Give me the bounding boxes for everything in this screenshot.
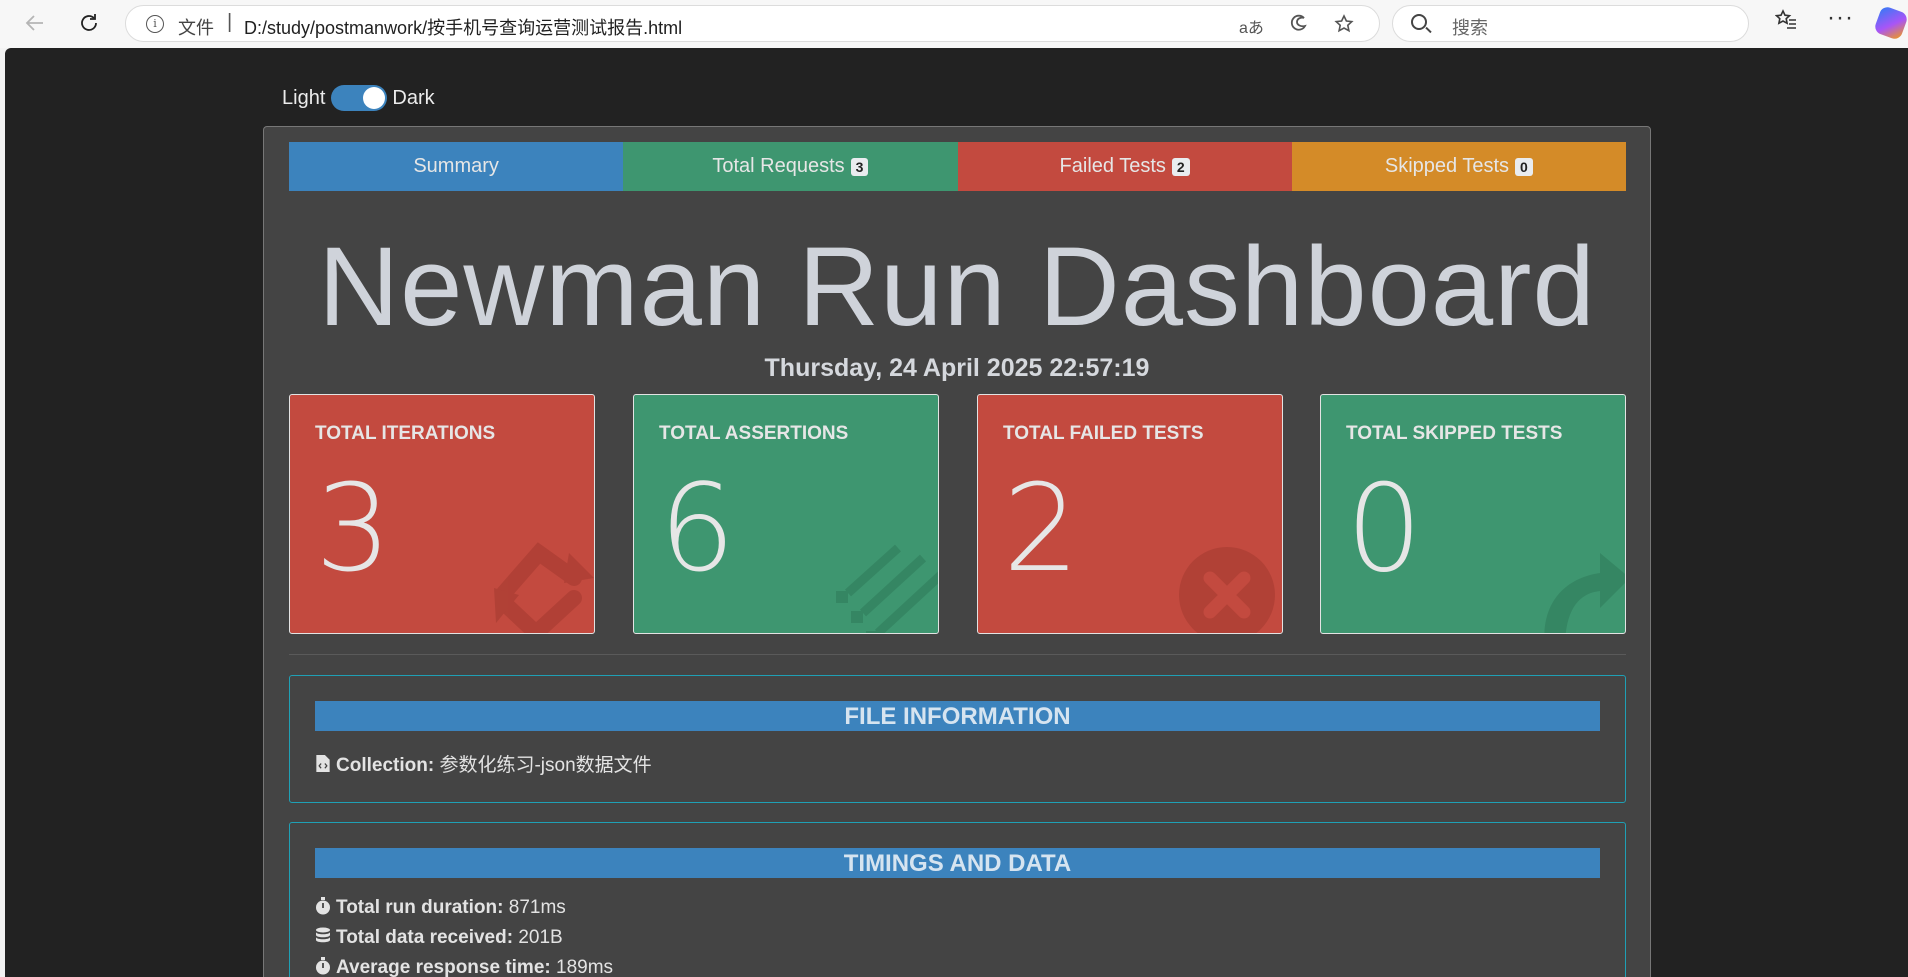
arrow-left-icon [25,15,43,31]
tab-label: Summary [413,155,499,177]
favorite-star-icon[interactable] [1334,14,1354,39]
run-duration-line: Total run duration: 871ms [315,897,566,919]
run-duration-value: 871ms [508,897,566,918]
collection-value: 参数化练习-json数据文件 [439,755,652,776]
theme-switch[interactable] [331,85,388,111]
stopwatch-icon [316,897,330,915]
card-value: 0 [1346,460,1423,599]
switch-knob [363,87,386,109]
stopwatch-icon [316,957,330,975]
info-icon[interactable]: i [146,15,164,33]
dark-label: Dark [392,86,435,109]
search-placeholder: 搜索 [1452,18,1488,38]
count-badge: 0 [1515,157,1533,176]
average-response-value: 189ms [556,957,614,977]
card-label: TOTAL SKIPPED TESTS [1346,423,1563,444]
stats-cards: TOTAL ITERATIONS 3 TOTAL ASSERTIONS 6 TO… [289,394,1626,634]
share-icon [1544,553,1625,633]
address-bar[interactable]: i 文件 | D:/study/postmanwork/按手机号查询运营测试报告… [125,5,1380,42]
run-date: Thursday, 24 April 2025 22:57:19 [764,354,1150,382]
copilot-icon[interactable] [1873,5,1908,41]
reload-icon [81,14,97,31]
tab-total-requests[interactable]: Total Requests 3 [623,142,958,191]
tab-failed-tests[interactable]: Failed Tests 2 [957,142,1292,191]
card-value: 3 [315,460,392,599]
read-aloud-icon[interactable]: aあ [1239,14,1264,38]
search-bar[interactable]: 搜索 [1392,5,1749,42]
divider [289,654,1626,655]
tab-label: Total Requests [712,155,845,177]
database-icon [316,927,330,943]
card-total-failed-tests: TOTAL FAILED TESTS 2 [977,394,1283,634]
light-label: Light [282,86,326,109]
section-heading: FILE INFORMATION [315,701,1600,731]
data-received-line: Total data received: 201B [315,927,563,949]
card-label: TOTAL FAILED TESTS [1003,423,1204,444]
card-total-iterations: TOTAL ITERATIONS 3 [289,394,595,634]
data-received-label: Total data received: [336,927,514,948]
more-options-icon[interactable]: ··· [1827,4,1854,32]
run-duration-label: Total run duration: [336,897,504,918]
card-label: TOTAL ITERATIONS [315,423,496,444]
dashboard-container: Summary Total Requests 3 Failed Tests 2 … [263,126,1651,977]
card-value: 2 [1003,460,1080,599]
edge-icon[interactable] [1288,14,1308,39]
card-total-skipped-tests: TOTAL SKIPPED TESTS 0 [1320,394,1626,634]
reload-button[interactable] [72,6,106,40]
tasks-icon [836,544,938,633]
address-scheme-label: 文件 [178,18,214,38]
section-heading: TIMINGS AND DATA [315,848,1600,878]
sync-icon [494,542,594,633]
search-icon [1411,14,1427,30]
report-page: Light Dark Summary Total Requests 3 Fail… [5,48,1908,977]
average-response-label: Average response time: [336,957,551,977]
count-badge: 2 [1171,157,1190,176]
count-badge: 3 [850,157,869,176]
file-information-panel: FILE INFORMATION Collection: 参数化练习-json数… [289,675,1626,803]
tab-label: Skipped Tests [1384,155,1510,177]
tab-skipped-tests[interactable]: Skipped Tests 0 [1291,142,1626,191]
page-title: Newman Run Dashboard [318,224,1596,349]
back-button[interactable] [18,6,52,40]
tab-summary[interactable]: Summary [289,142,624,191]
file-code-icon [316,754,330,773]
collection-label: Collection: [336,755,435,776]
theme-toggle: Light Dark [282,85,435,111]
browser-toolbar: i 文件 | D:/study/postmanwork/按手机号查询运营测试报告… [0,0,1908,48]
tab-label: Failed Tests [1059,155,1166,177]
timings-panel: TIMINGS AND DATA Total run duration: 871… [289,822,1626,977]
nav-tabs: Summary Total Requests 3 Failed Tests 2 … [289,142,1626,191]
address-url[interactable]: D:/study/postmanwork/按手机号查询运营测试报告.html [244,14,682,40]
card-label: TOTAL ASSERTIONS [659,423,849,444]
data-received-value: 201B [518,927,563,948]
collection-line: Collection: 参数化练习-json数据文件 [315,750,652,777]
favorites-icon[interactable] [1774,8,1797,36]
address-separator: | [227,11,233,33]
card-value: 6 [659,460,736,599]
card-total-assertions: TOTAL ASSERTIONS 6 [633,394,939,634]
times-circle-icon [1179,547,1275,633]
average-response-line: Average response time: 189ms [315,957,613,977]
